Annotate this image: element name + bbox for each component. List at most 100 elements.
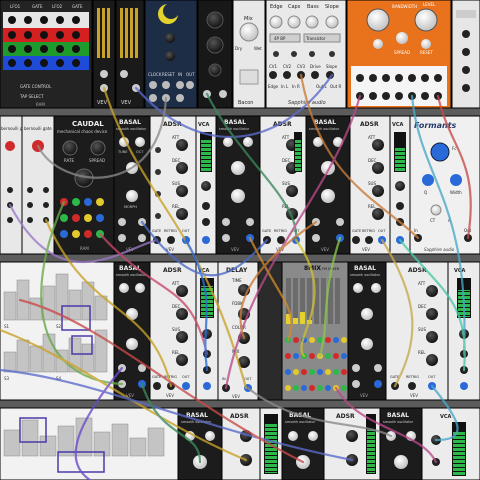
port-label: In L (281, 84, 289, 89)
black-knob-module[interactable] (197, 0, 233, 109)
dry-label: Dry (235, 46, 243, 51)
sustain-knob[interactable] (286, 185, 298, 197)
jack-port[interactable] (120, 70, 128, 78)
oct-knob[interactable] (243, 137, 253, 147)
vca-module[interactable]: VCA (195, 115, 217, 255)
oct-knob[interactable] (308, 431, 318, 441)
tune-knob[interactable] (119, 283, 129, 293)
decay-knob[interactable] (176, 308, 188, 320)
partial-module[interactable] (451, 0, 480, 109)
mix-knob[interactable] (239, 22, 259, 42)
knob[interactable] (208, 63, 222, 77)
sustain-knob[interactable] (176, 331, 188, 343)
vca-title: VCA (440, 414, 452, 420)
clock-knob[interactable] (165, 33, 175, 43)
brand-label: Bacon (238, 100, 253, 106)
basal-oscillator-module[interactable]: BASAL smooth oscillator (379, 407, 423, 480)
sustain-knob[interactable] (176, 185, 188, 197)
fm-mixer-module[interactable]: 8MIX FM MIXER (257, 261, 349, 401)
release-knob[interactable] (426, 354, 438, 366)
reset-label: RESET (420, 50, 433, 55)
clock-knob[interactable] (165, 51, 175, 61)
basal-oscillator-module[interactable]: BASAL smooth oscillator VEV (305, 115, 351, 255)
morph-knob[interactable] (126, 190, 138, 202)
release-knob[interactable] (372, 208, 384, 220)
attack-knob[interactable] (176, 139, 188, 151)
spread-knob[interactable] (90, 140, 106, 156)
basal-title: BASAL (119, 119, 141, 126)
decay-knob[interactable] (176, 162, 188, 174)
vca-title: VCA (198, 122, 210, 128)
fine-knob[interactable] (231, 161, 245, 175)
width-label: Width (450, 190, 462, 195)
clock-module[interactable]: CLOCK RESET IN OUT (144, 0, 198, 109)
vca-module[interactable]: VCA (421, 407, 480, 480)
jack-port[interactable] (219, 90, 227, 98)
basal-subtitle: smooth oscillator (285, 420, 316, 424)
probability-knob[interactable] (5, 141, 15, 151)
rate-knob[interactable] (62, 140, 78, 156)
attack-knob[interactable] (176, 285, 188, 297)
oct-knob[interactable] (205, 431, 215, 441)
gate-label: GATE (32, 4, 43, 9)
fc-label: Fc (452, 146, 457, 151)
brand-label: RAM (80, 246, 89, 251)
fine-knob[interactable] (394, 455, 408, 469)
jack-port[interactable] (100, 70, 108, 78)
morph-knob[interactable] (361, 338, 373, 350)
basal-oscillator-module[interactable]: BASAL smooth oscillator TUNE OCT MORPH V… (113, 115, 151, 255)
adsr-envelope-module[interactable]: ADSR (323, 407, 381, 480)
gate-sequencer-module[interactable]: LFO1 GATE LFO2 GATE GATE CONTROL TAP SEL… (0, 0, 93, 109)
attack-knob[interactable] (426, 285, 438, 297)
release-knob[interactable] (176, 208, 188, 220)
dec-label: DEC (368, 158, 377, 163)
decay-knob[interactable] (426, 308, 438, 320)
retrig-label: RETRIG (406, 375, 419, 379)
large-knob[interactable] (366, 8, 390, 32)
fc-knob[interactable] (430, 142, 450, 162)
morph-knob[interactable] (321, 189, 335, 203)
oct-knob[interactable] (371, 283, 381, 293)
q-knob[interactable] (422, 174, 434, 186)
caudal-module[interactable]: CAUDAL mechanical chaos device RATE SPRE… (53, 115, 115, 255)
width-knob[interactable] (450, 174, 462, 186)
step-label: S3 (4, 376, 10, 381)
tune-knob[interactable] (223, 137, 233, 147)
basal-oscillator-module[interactable]: BASAL smooth oscillator VEV (347, 261, 387, 401)
basal-oscillator-module[interactable]: BASAL smooth oscillator (177, 407, 223, 480)
decay-knob[interactable] (372, 162, 384, 174)
small-vev-module[interactable]: VEV (92, 0, 116, 109)
adsr-title: ADSR (163, 267, 182, 274)
level-knob[interactable] (395, 181, 405, 191)
mix-module[interactable]: Mix Dry Wet Bacon (232, 0, 266, 109)
knob[interactable] (206, 11, 224, 29)
level-knob[interactable] (201, 181, 211, 191)
sustain-knob[interactable] (426, 331, 438, 343)
bass-label: Bass (307, 4, 319, 10)
oct-knob[interactable] (135, 137, 145, 147)
attack-knob[interactable] (372, 139, 384, 151)
filter-module[interactable]: Edge Caps Bass Slope 4P BP Transistor CV… (265, 0, 347, 109)
large-knob[interactable] (414, 8, 438, 32)
orange-module[interactable]: BANDWIDTH LEVEL SPREAD RESET (346, 0, 452, 109)
knob[interactable] (206, 36, 224, 54)
bernoulli-gate-module[interactable]: bernoulli gate (21, 115, 55, 255)
dec-label: DEC (418, 304, 427, 309)
step-sequencer-lower[interactable] (0, 407, 179, 480)
morph-knob[interactable] (231, 189, 245, 203)
tune-knob[interactable] (288, 431, 298, 441)
release-knob[interactable] (176, 354, 188, 366)
attack-knob[interactable] (346, 430, 358, 442)
ct-knob[interactable] (430, 204, 442, 216)
port-label: CV2 (283, 64, 292, 69)
basal-oscillator-module[interactable]: BASAL smooth oscillator VEV (113, 261, 151, 401)
tune-knob[interactable] (353, 283, 363, 293)
sustain-knob[interactable] (372, 185, 384, 197)
brand-label: VEV (360, 393, 368, 398)
vca-module[interactable]: VCA (389, 115, 411, 255)
fine-knob[interactable] (361, 308, 373, 320)
oct-knob[interactable] (135, 283, 145, 293)
morph-knob[interactable] (126, 338, 138, 350)
brand-label: VEV (321, 247, 329, 252)
knob-label: TUNE (117, 150, 128, 154)
